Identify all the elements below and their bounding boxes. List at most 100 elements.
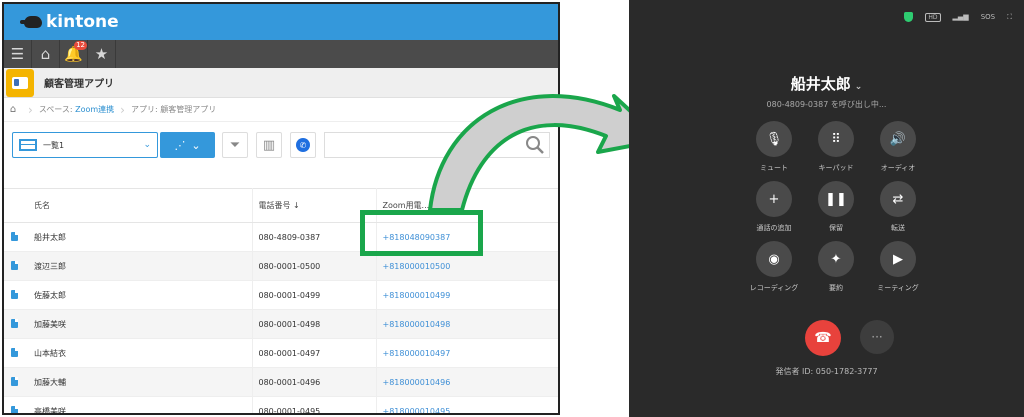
add-call-button[interactable]: + 通話の追加	[743, 181, 805, 233]
signal-icon: ▂▄▆	[952, 13, 969, 21]
keypad-label: キーパッド	[818, 164, 854, 172]
cell-phone: 080-0001-0499	[252, 280, 377, 310]
plus-icon: +	[756, 181, 792, 217]
cell-phone: 080-0001-0500	[252, 251, 377, 281]
cell-name: 船井太郎	[24, 222, 253, 252]
phone-icon: ✆	[296, 138, 310, 152]
logo-text: kintone	[46, 12, 119, 32]
callee-name[interactable]: 船井太郎 ⌄	[629, 73, 1024, 94]
zoom-phone-link[interactable]: +818000010499	[383, 291, 451, 300]
cell-name: 山本結衣	[24, 338, 253, 368]
column-header-phone[interactable]: 電話番号 ↓	[252, 188, 377, 223]
network-label: SOS	[980, 13, 996, 21]
graph-selector[interactable]: ⋰ ⌄	[160, 132, 215, 158]
end-call-button[interactable]: ☎	[805, 320, 841, 356]
video-icon: ▶	[880, 241, 916, 277]
record-detail-icon[interactable]	[10, 318, 18, 328]
hold-button[interactable]: ❚❚ 保留	[805, 181, 867, 233]
transfer-button[interactable]: ⇄ 転送	[867, 181, 929, 233]
breadcrumb-space[interactable]: スペース: Zoom連携	[39, 104, 114, 115]
callee-name-text: 船井太郎	[790, 75, 851, 93]
breadcrumb-space-link[interactable]: Zoom連携	[75, 105, 114, 114]
cell-phone: 080-0001-0496	[252, 367, 377, 397]
chevron-down-icon: ⌄	[143, 140, 151, 150]
bell-icon[interactable]: 🔔 12	[60, 40, 88, 68]
star-icon[interactable]: ★	[88, 40, 116, 68]
zoom-phone-window: HD ▂▄▆ SOS ⛶ 船井太郎 ⌄ 080-4809-0387 を呼び出し中.…	[629, 0, 1024, 417]
table-view-icon	[19, 139, 37, 151]
hang-up-icon: ☎	[814, 330, 832, 346]
hold-label: 保留	[829, 224, 843, 232]
breadcrumb-space-prefix: スペース:	[38, 105, 76, 114]
table-row[interactable]: 加藤大輔 080-0001-0496 +818000010496	[4, 367, 558, 397]
menu-icon[interactable]: ☰	[4, 40, 32, 68]
cell-name: 加藤大輔	[24, 367, 253, 397]
record-detail-icon[interactable]	[10, 405, 18, 413]
record-icon: ◉	[756, 241, 792, 277]
table-row[interactable]: 佐藤太郎 080-0001-0499 +818000010499	[4, 280, 558, 310]
keypad-icon: ⠿	[818, 121, 854, 157]
more-dots-icon: ···	[871, 330, 883, 344]
record-label: レコーディング	[749, 284, 799, 292]
app-title: 顧客管理アプリ	[44, 79, 114, 90]
table-row[interactable]: 高橋美咲 080-0001-0495 +818000010495	[4, 396, 558, 414]
summary-button[interactable]: ✦ 要約	[805, 241, 867, 293]
transfer-label: 転送	[891, 224, 905, 232]
cell-name: 佐藤太郎	[24, 280, 253, 310]
record-detail-icon[interactable]	[10, 231, 18, 241]
mute-label: ミュート	[760, 164, 788, 172]
view-selector-label: 一覧1	[43, 140, 65, 150]
meeting-label: ミーティング	[877, 284, 919, 292]
cell-name: 高橋美咲	[24, 396, 253, 413]
zoom-phone-link[interactable]: +818000010500	[383, 262, 451, 271]
table-row[interactable]: 加藤美咲 080-0001-0498 +818000010498	[4, 309, 558, 339]
summary-label: 要約	[829, 284, 843, 292]
mic-icon: 🎙	[756, 121, 792, 157]
chevron-down-icon: ⌄	[854, 82, 863, 92]
zoom-phone-link[interactable]: +818000010496	[383, 378, 451, 387]
breadcrumb-home-icon[interactable]: ⌂	[4, 104, 22, 115]
column-header-name[interactable]: 氏名	[24, 188, 253, 223]
record-detail-icon[interactable]	[10, 289, 18, 299]
record-button[interactable]: ◉ レコーディング	[743, 241, 805, 293]
cell-name: 加藤美咲	[24, 309, 253, 339]
status-bar: HD ▂▄▆ SOS ⛶	[904, 12, 1012, 22]
shield-icon	[904, 12, 914, 22]
keypad-button[interactable]: ⠿ キーパッド	[805, 121, 867, 173]
breadcrumb-app[interactable]: アプリ: 顧客管理アプリ	[131, 104, 216, 115]
view-selector[interactable]: 一覧1 ⌄	[12, 132, 158, 158]
record-detail-icon[interactable]	[10, 376, 18, 386]
call-controls: 🎙 ミュート ⠿ キーパッド 🔊 オーディオ + 通話の追加 ❚❚ 保留 ⇄ 転送 ◉ レコー…	[743, 121, 923, 293]
filter-button[interactable]: ⏷	[222, 132, 248, 158]
meeting-button[interactable]: ▶ ミーティング	[867, 241, 929, 293]
zoom-phone-link[interactable]: +818000010497	[383, 349, 451, 358]
calling-status: 080-4809-0387 を呼び出し中...	[766, 100, 887, 109]
audio-button[interactable]: 🔊 オーディオ	[867, 121, 929, 173]
record-detail-icon[interactable]	[10, 347, 18, 357]
chevron-down-icon: ⌄	[191, 138, 201, 152]
kintone-header: kintone	[4, 4, 558, 40]
pause-icon: ❚❚	[818, 181, 854, 217]
record-detail-icon[interactable]	[10, 260, 18, 270]
filter-icon: ⏷	[229, 137, 241, 153]
cell-phone: 080-0001-0498	[252, 309, 377, 339]
caller-id: 発信者 ID: 050-1782-3777	[775, 367, 878, 376]
home-icon[interactable]: ⌂	[32, 40, 60, 68]
transfer-icon: ⇄	[880, 181, 916, 217]
table-row[interactable]: 山本結衣 080-0001-0497 +818000010497	[4, 338, 558, 368]
expand-icon[interactable]: ⛶	[1007, 13, 1012, 22]
more-button[interactable]: ···	[860, 320, 894, 354]
kintone-logo[interactable]: kintone	[20, 12, 119, 32]
bar-chart-icon: ▥	[262, 137, 276, 153]
zoom-phone-link[interactable]: +818000010498	[383, 320, 451, 329]
cell-phone: 080-0001-0495	[252, 396, 377, 413]
chart-button[interactable]: ▥	[256, 132, 282, 158]
graph-icon: ⋰	[174, 138, 186, 152]
zoom-phone-button[interactable]: ✆	[290, 132, 316, 158]
zoom-phone-link[interactable]: +818000010495	[383, 407, 451, 414]
mute-button[interactable]: 🎙 ミュート	[743, 121, 805, 173]
hd-badge: HD	[925, 12, 941, 22]
app-icon	[6, 68, 34, 97]
notification-badge: 12	[74, 41, 87, 50]
add-call-label: 通話の追加	[756, 224, 792, 232]
